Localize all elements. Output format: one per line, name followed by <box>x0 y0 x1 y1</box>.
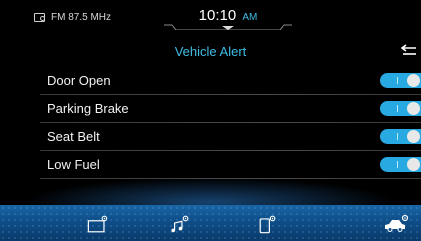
alert-label-parking-brake: Parking Brake <box>47 101 129 116</box>
alert-row-door-open: Door Open <box>0 67 421 95</box>
page-title: Vehicle Alert <box>174 44 247 59</box>
alert-list: Door Open Parking Brake Seat Belt Low Fu… <box>0 67 421 179</box>
phone-settings-icon[interactable] <box>257 213 279 235</box>
toggle-knob <box>407 102 420 115</box>
door-open-toggle[interactable] <box>380 73 421 88</box>
seat-belt-toggle[interactable] <box>380 129 421 144</box>
audio-settings-icon[interactable] <box>170 213 192 235</box>
toggle-on-mark <box>397 77 398 84</box>
alert-row-parking-brake: Parking Brake <box>0 95 421 123</box>
radio-icon <box>34 12 45 22</box>
toggle-on-mark <box>397 105 398 112</box>
toggle-knob <box>407 74 420 87</box>
display-settings-icon[interactable] <box>87 213 109 235</box>
back-arrow-icon[interactable] <box>399 44 417 58</box>
alert-label-door-open: Door Open <box>47 73 111 88</box>
radio-status: FM 87.5 MHz <box>34 11 111 23</box>
clock: 10:10 AM <box>164 7 292 24</box>
vehicle-settings-icon[interactable] <box>384 213 410 235</box>
screen: FM 87.5 MHz 10:10 AM Vehicle Alert Door … <box>0 0 421 241</box>
status-bar: FM 87.5 MHz 10:10 AM <box>0 0 421 34</box>
clock-ampm: AM <box>242 12 258 23</box>
parking-brake-toggle[interactable] <box>380 101 421 116</box>
toggle-on-mark <box>397 133 398 140</box>
toggle-knob <box>407 130 420 143</box>
toggle-on-mark <box>397 161 398 168</box>
alert-label-seat-belt: Seat Belt <box>47 129 100 144</box>
clock-time: 10:10 <box>198 7 237 24</box>
bottom-nav <box>0 205 421 241</box>
radio-frequency: FM 87.5 MHz <box>51 11 112 23</box>
clock-tab: 10:10 AM <box>164 0 292 34</box>
alert-row-seat-belt: Seat Belt <box>0 123 421 151</box>
